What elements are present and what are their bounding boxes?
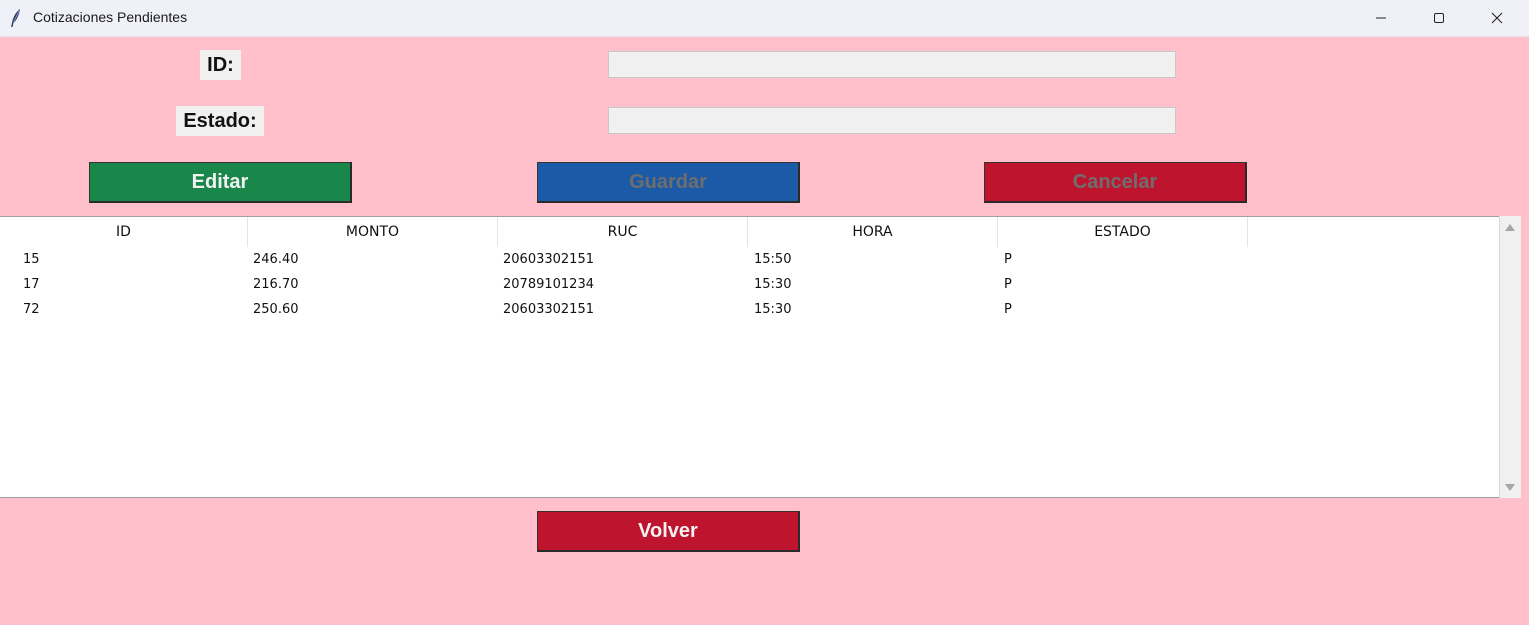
- column-header-estado[interactable]: ESTADO: [998, 217, 1248, 247]
- column-header-hora[interactable]: HORA: [748, 217, 998, 247]
- cell-id: 72: [23, 302, 40, 317]
- vertical-scrollbar[interactable]: [1499, 216, 1521, 498]
- estado-label: Estado:: [176, 106, 264, 136]
- guardar-button[interactable]: Guardar: [537, 162, 800, 203]
- editar-button[interactable]: Editar: [89, 162, 352, 203]
- table-row[interactable]: 15 246.40 20603302151 15:50 P: [0, 247, 1499, 272]
- cotizaciones-table[interactable]: ID MONTO RUC HORA ESTADO 15 246.40 20603…: [0, 216, 1499, 498]
- column-header-id[interactable]: ID: [0, 217, 248, 247]
- scroll-up-arrow-icon[interactable]: [1505, 224, 1515, 231]
- column-header-ruc[interactable]: RUC: [498, 217, 748, 247]
- cell-hora: 15:30: [754, 277, 792, 292]
- table-header: ID MONTO RUC HORA ESTADO: [0, 217, 1499, 247]
- cell-hora: 15:50: [754, 252, 792, 267]
- estado-input[interactable]: [608, 107, 1176, 134]
- close-button[interactable]: [1468, 0, 1526, 36]
- title-bar: Cotizaciones Pendientes: [0, 0, 1529, 37]
- cell-monto: 216.70: [253, 277, 299, 292]
- cell-ruc: 20603302151: [503, 252, 594, 267]
- cell-hora: 15:30: [754, 302, 792, 317]
- scroll-down-arrow-icon[interactable]: [1505, 484, 1515, 491]
- id-label: ID:: [200, 50, 241, 80]
- cell-id: 15: [23, 252, 40, 267]
- minimize-icon: [1376, 17, 1386, 19]
- volver-button[interactable]: Volver: [537, 511, 800, 552]
- cell-monto: 250.60: [253, 302, 299, 317]
- feather-icon: [11, 9, 20, 27]
- cell-ruc: 20603302151: [503, 302, 594, 317]
- cell-estado: P: [1004, 302, 1012, 317]
- maximize-button[interactable]: [1410, 0, 1468, 36]
- minimize-button[interactable]: [1352, 0, 1410, 36]
- cell-id: 17: [23, 277, 40, 292]
- cancelar-button[interactable]: Cancelar: [984, 162, 1247, 203]
- cell-estado: P: [1004, 277, 1012, 292]
- table-row[interactable]: 17 216.70 20789101234 15:30 P: [0, 272, 1499, 297]
- id-input[interactable]: [608, 51, 1176, 78]
- table-row[interactable]: 72 250.60 20603302151 15:30 P: [0, 297, 1499, 322]
- maximize-icon: [1434, 13, 1444, 23]
- column-header-monto[interactable]: MONTO: [248, 217, 498, 247]
- cell-estado: P: [1004, 252, 1012, 267]
- window-title: Cotizaciones Pendientes: [33, 9, 188, 25]
- cell-ruc: 20789101234: [503, 277, 594, 292]
- cell-monto: 246.40: [253, 252, 299, 267]
- close-icon: [1491, 12, 1503, 24]
